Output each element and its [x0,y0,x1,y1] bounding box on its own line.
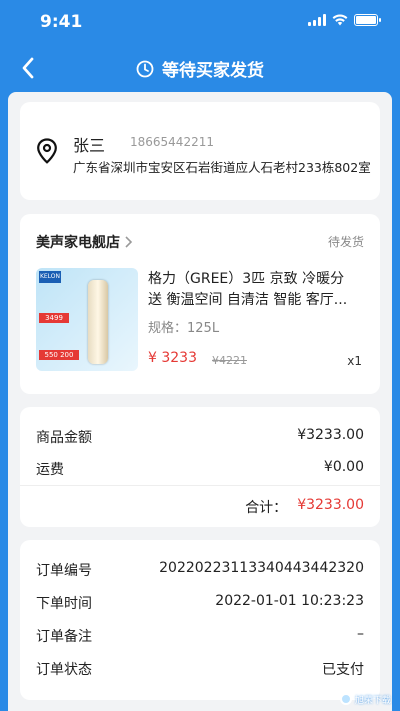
order-number-row: 订单编号 20220223113340443442320 [36,560,364,580]
product-brand-label: KELON [39,271,61,283]
order-note-label: 订单备注 [36,629,92,645]
amount-divider [20,485,380,486]
shipping-label: 运费 [36,462,64,478]
watermark-logo: 旭荣下载 [340,691,392,707]
watermark-text: 旭荣下载 [355,695,392,706]
app-screen: 9:41 等待买家发货 张三 18665442211 广东省深圳市宝安区石岩街道… [0,0,400,711]
product-price: ¥ 3233 [148,350,197,366]
recipient-address: 广东省深圳市宝安区石岩街道应人石老村233栋802室 [73,160,371,175]
air-conditioner-illustration [88,280,108,364]
product-original-price: ¥4221 [212,354,247,367]
goods-amount-row: 商品金额 ¥3233.00 [36,427,364,447]
order-info-card: 订单编号 20220223113340443442320 下单时间 2022-0… [20,540,380,700]
goods-amount-label: 商品金额 [36,430,92,446]
shop-name: 美声家电舰店 [36,235,120,251]
battery-icon [354,14,381,26]
order-detail-content: 张三 18665442211 广东省深圳市宝安区石岩街道应人石老村233栋802… [8,92,392,711]
product-image[interactable]: KELON 3499 550 200 [36,268,138,371]
product-coupon-tag: 550 200 [39,350,79,360]
order-note-value: – [357,626,364,642]
total-value: ¥3233.00 [297,497,364,513]
goods-amount-value: ¥3233.00 [297,427,364,443]
order-note-row: 订单备注 – [36,626,364,646]
page-title: 等待买家发货 [162,61,264,81]
order-status-row: 订单状态 已支付 [36,659,364,679]
amount-card: 商品金额 ¥3233.00 运费 ¥0.00 合计： ¥3233.00 [20,407,380,527]
status-time: 9:41 [40,12,83,32]
order-time-value: 2022-01-01 10:23:23 [215,593,364,609]
location-pin-icon [37,138,57,164]
order-status-value: 已支付 [322,662,364,678]
order-time-row: 下单时间 2022-01-01 10:23:23 [36,593,364,613]
total-label: 合计： [245,500,288,516]
shop-card: 美声家电舰店 待发货 KELON 3499 550 200 格力（GREE）3匹… [20,214,380,394]
total-row: 合计： ¥3233.00 [36,497,364,517]
order-status-label: 订单状态 [36,662,92,678]
wifi-icon [332,14,348,26]
order-status-badge: 待发货 [327,235,364,249]
order-time-label: 下单时间 [36,596,92,612]
shipping-row: 运费 ¥0.00 [36,459,364,479]
status-icons [308,14,381,26]
clock-icon [136,60,154,77]
status-bar: 9:41 [0,0,400,44]
order-number-value[interactable]: 20220223113340443442320 [159,560,364,580]
nav-bar: 等待买家发货 [0,44,400,92]
watermark-icon [340,693,352,705]
product-title[interactable]: 格力（GREE）3匹 京致 冷暖分送 衡温空间 自清洁 智能 客厅... [148,269,358,311]
product-quantity: x1 [347,354,362,368]
shop-name-link[interactable]: 美声家电舰店 [36,232,134,252]
recipient-name: 张三 [73,136,106,155]
page-title-group: 等待买家发货 [0,56,400,81]
chevron-right-icon [125,236,133,248]
order-number-label: 订单编号 [36,563,92,579]
shipping-value: ¥0.00 [323,459,364,475]
address-card[interactable]: 张三 18665442211 广东省深圳市宝安区石岩街道应人石老村233栋802… [20,102,380,200]
product-price-tag: 3499 [39,313,69,323]
product-spec: 规格：125L [148,321,220,336]
signal-icon [308,14,326,26]
recipient-phone: 18665442211 [130,135,214,149]
